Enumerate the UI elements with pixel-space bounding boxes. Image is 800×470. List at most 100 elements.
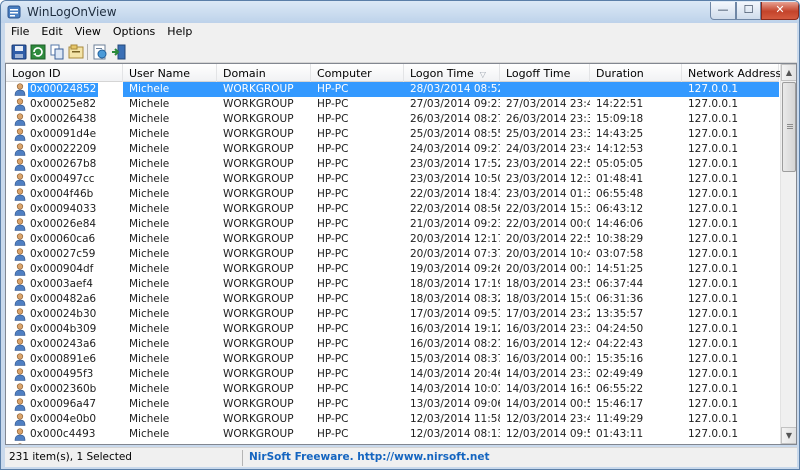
menu-options[interactable]: Options xyxy=(107,23,161,41)
cell-duration: 05:05:05 xyxy=(596,158,644,170)
list-header: Logon ID User Name Domain Computer Logon… xyxy=(6,64,781,82)
user-icon xyxy=(14,233,26,246)
scroll-down-button[interactable]: ▼ xyxy=(781,427,796,444)
cell-logoff-time: 22/03/2014 15:39:13 xyxy=(506,203,590,215)
column-header-logon-id[interactable]: Logon ID xyxy=(6,64,123,82)
cell-logoff-time: 14/03/2014 00:52:50 xyxy=(506,398,590,410)
column-header-logoff-time[interactable]: Logoff Time xyxy=(500,64,590,82)
exit-icon[interactable] xyxy=(111,44,127,60)
cell-computer: HP-PC xyxy=(317,143,349,155)
close-button[interactable]: ✕ xyxy=(761,2,799,20)
cell-computer: HP-PC xyxy=(317,368,349,380)
cell-logon-time: 24/03/2014 09:27:26 xyxy=(410,143,500,155)
logon-id-text: 0x000497cc xyxy=(30,173,95,185)
table-row[interactable]: 0x000904df Michele WORKGROUP HP-PC 19/03/201… xyxy=(6,262,779,277)
table-row[interactable]: 0x000482a6 Michele WORKGROUP HP-PC 18/03/201… xyxy=(6,292,779,307)
cell-duration: 10:38:29 xyxy=(596,233,644,245)
menu-view[interactable]: View xyxy=(69,23,107,41)
cell-computer: HP-PC xyxy=(317,308,349,320)
cell-logoff-time: 16/03/2014 12:44:01 xyxy=(506,338,590,350)
column-header-user-name[interactable]: User Name xyxy=(123,64,217,82)
cell-logoff-time: 12/03/2014 09:56:40 xyxy=(506,428,590,440)
cell-user-name: Michele xyxy=(129,113,170,125)
logon-id-text: 0x00024852 xyxy=(28,83,99,97)
minimize-button[interactable]: — xyxy=(710,2,736,20)
table-row[interactable]: 0x00023d59 MicheleWORKGROUPHP-PC11/03/201… xyxy=(6,442,779,444)
cell-logon-time: 13/03/2014 09:06:33 xyxy=(410,398,500,410)
logon-id-text: 0x00094033 xyxy=(30,203,97,215)
logon-id-text: 0x000891e6 xyxy=(30,353,97,365)
copy-icon[interactable] xyxy=(49,44,65,60)
logon-id-text: 0x000482a6 xyxy=(30,293,97,305)
cell-logon-time: 11/03/2014 09:06:51 xyxy=(404,442,500,444)
table-row[interactable]: 0x000891e6 Michele WORKGROUP HP-PC 15/03/201… xyxy=(6,352,779,367)
maximize-button[interactable]: ☐ xyxy=(736,2,761,20)
cell-logoff-time: 18/03/2014 15:03:41 xyxy=(506,293,590,305)
table-row[interactable]: 0x00027c59 Michele WORKGROUP HP-PC 20/03/201… xyxy=(6,247,779,262)
cell-duration xyxy=(590,82,682,97)
cell-domain: WORKGROUP xyxy=(217,442,311,444)
column-header-computer[interactable]: Computer xyxy=(311,64,404,82)
table-row[interactable]: 0x00026438 Michele WORKGROUP HP-PC 26/03/201… xyxy=(6,112,779,127)
save-icon[interactable] xyxy=(11,44,27,60)
cell-user-name: Michele xyxy=(129,128,170,140)
table-row[interactable]: 0x0003aef4 Michele WORKGROUP HP-PC 18/03/201… xyxy=(6,277,779,292)
toolbar xyxy=(5,41,797,63)
cell-network-address: 127.0.0.1 xyxy=(688,128,739,140)
scroll-up-button[interactable]: ▲ xyxy=(781,64,796,81)
table-row[interactable]: 0x0004f46b Michele WORKGROUP HP-PC 22/03/201… xyxy=(6,187,779,202)
table-row[interactable]: 0x0004b309 Michele WORKGROUP HP-PC 16/03/201… xyxy=(6,322,779,337)
cell-user-name: Michele xyxy=(129,323,170,335)
vertical-scrollbar[interactable]: ▲ ▼ xyxy=(780,64,796,444)
table-row[interactable]: 0x0004e0b0 Michele WORKGROUP HP-PC 12/03/201… xyxy=(6,412,779,427)
cell-domain: WORKGROUP xyxy=(223,128,294,140)
table-row[interactable]: 0x000495f3 Michele WORKGROUP HP-PC 14/03/201… xyxy=(6,367,779,382)
column-header-domain[interactable]: Domain xyxy=(217,64,311,82)
logon-list-view[interactable]: Logon ID User Name Domain Computer Logon… xyxy=(5,63,797,445)
table-row[interactable]: 0x0002360b Michele WORKGROUP HP-PC 14/03/201… xyxy=(6,382,779,397)
table-row[interactable]: 0x000243a6 Michele WORKGROUP HP-PC 16/03/201… xyxy=(6,337,779,352)
cell-domain: WORKGROUP xyxy=(223,428,294,440)
logon-id-text: 0x000c4493 xyxy=(30,428,96,440)
table-row[interactable]: 0x00025e82 Michele WORKGROUP HP-PC 27/03/201… xyxy=(6,97,779,112)
table-row[interactable]: 0x00096a47 Michele WORKGROUP HP-PC 13/03/201… xyxy=(6,397,779,412)
cell-logoff-time: 17/03/2014 23:27:20 xyxy=(506,308,590,320)
column-header-logon-time[interactable]: Logon Time ▽ xyxy=(404,64,500,82)
cell-logon-time: 23/03/2014 17:52:32 xyxy=(410,158,500,170)
cell-logon-time: 20/03/2014 12:17:56 xyxy=(410,233,500,245)
cell-user-name: Michele xyxy=(129,338,170,350)
cell-logon-id: 0x000891e6 xyxy=(6,352,123,367)
properties-icon[interactable] xyxy=(68,44,84,60)
table-row[interactable]: 0x00022209 Michele WORKGROUP HP-PC 24/03/201… xyxy=(6,142,779,157)
title-bar[interactable]: WinLogOnView — ☐ ✕ xyxy=(1,1,799,23)
table-row[interactable]: 0x00026e84 Michele WORKGROUP HP-PC 21/03/201… xyxy=(6,217,779,232)
scroll-thumb[interactable] xyxy=(782,82,796,172)
refresh-icon[interactable] xyxy=(30,44,46,60)
user-icon xyxy=(14,263,26,276)
menu-help[interactable]: Help xyxy=(161,23,198,41)
table-row[interactable]: 0x00024852 Michele WORKGROUP HP-PC 28/03/201… xyxy=(6,82,779,97)
table-row[interactable]: 0x000497cc Michele WORKGROUP HP-PC 23/03/201… xyxy=(6,172,779,187)
table-row[interactable]: 0x000267b8 Michele WORKGROUP HP-PC 23/03/201… xyxy=(6,157,779,172)
menu-edit[interactable]: Edit xyxy=(35,23,68,41)
logon-id-text: 0x00096a47 xyxy=(30,398,97,410)
cell-logoff-time: 20/03/2014 22:56:25 xyxy=(506,233,590,245)
cell-network-address: 127.0.0.1 xyxy=(688,428,739,440)
cell-computer: HP-PC xyxy=(317,353,349,365)
table-row[interactable]: 0x000c4493 Michele WORKGROUP HP-PC 12/03/201… xyxy=(6,427,779,442)
column-header-duration[interactable]: Duration xyxy=(590,64,682,82)
cell-network-address: 127.0.0.1 xyxy=(688,248,739,260)
cell-logoff-time: 23/03/2014 12:38:50 xyxy=(506,173,590,185)
table-row[interactable]: 0x00094033 Michele WORKGROUP HP-PC 22/03/201… xyxy=(6,202,779,217)
nirsoft-link[interactable]: NirSoft Freeware. http://www.nirsoft.net xyxy=(249,451,489,463)
column-header-network-address[interactable]: Network Address xyxy=(682,64,781,82)
table-row[interactable]: 0x00060ca6 Michele WORKGROUP HP-PC 20/03/201… xyxy=(6,232,779,247)
html-report-icon[interactable] xyxy=(92,44,108,60)
cell-user-name: Michele xyxy=(123,82,217,97)
cell-user-name: Michele xyxy=(129,293,170,305)
status-item-count: 231 item(s), 1 Selected xyxy=(5,450,243,466)
table-row[interactable]: 0x00024b30 Michele WORKGROUP HP-PC 17/03/201… xyxy=(6,307,779,322)
menu-file[interactable]: File xyxy=(5,23,35,41)
table-row[interactable]: 0x00091d4e Michele WORKGROUP HP-PC 25/03/201… xyxy=(6,127,779,142)
cell-duration: 04:24:50 xyxy=(596,323,644,335)
